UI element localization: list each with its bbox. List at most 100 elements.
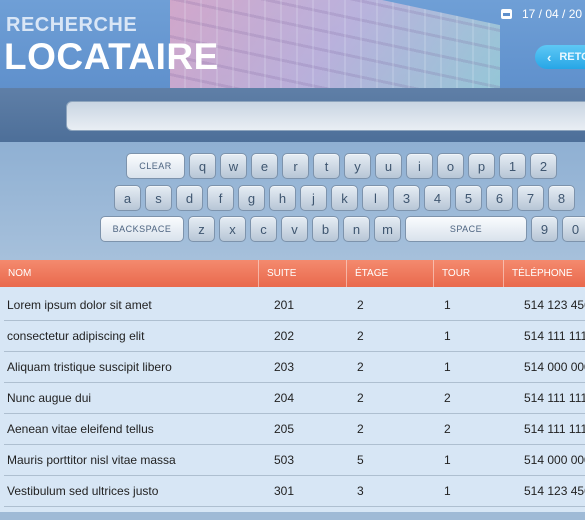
chevron-left-icon: ‹ (547, 49, 552, 65)
cell-nom: Mauris porttitor nisl vitae massa (7, 453, 176, 467)
cell-tel: 514 000 0000 (524, 453, 585, 467)
cell-suite: 201 (274, 298, 295, 312)
key-i[interactable]: i (406, 153, 433, 179)
key-f[interactable]: f (207, 185, 234, 211)
key-b[interactable]: b (312, 216, 339, 242)
table-row[interactable]: Aliquam tristique suscipit libero 203 2 1 51… (0, 352, 585, 383)
table-row[interactable]: Mauris porttitor nisl vitae massa 503 5 1 51… (0, 445, 585, 476)
cell-nom: Aliquam tristique suscipit libero (7, 360, 172, 374)
cell-tel: 514 123 4567 (524, 298, 585, 312)
key-z[interactable]: z (188, 216, 215, 242)
key-a[interactable]: a (114, 185, 141, 211)
cell-etage: 2 (357, 329, 364, 343)
key-3[interactable]: 3 (393, 185, 420, 211)
building-background-image (170, 0, 500, 90)
cell-suite: 204 (274, 391, 295, 405)
key-7[interactable]: 7 (517, 185, 544, 211)
table-row[interactable]: consectetur adipiscing elit 202 2 1 514 111 … (0, 321, 585, 352)
calendar-icon (501, 9, 512, 19)
key-r[interactable]: r (282, 153, 309, 179)
cell-tel: 514 123 4567 (524, 484, 585, 498)
cell-suite: 202 (274, 329, 295, 343)
table-row[interactable]: Lorem ipsum dolor sit amet 201 2 1 514 123 4… (0, 290, 585, 321)
cell-etage: 3 (357, 484, 364, 498)
table-row[interactable]: Vestibulum sed ultrices justo 301 3 1 514 12… (0, 476, 585, 507)
key-c[interactable]: c (250, 216, 277, 242)
key-5[interactable]: 5 (455, 185, 482, 211)
column-header-suite[interactable]: SUITE (258, 260, 346, 287)
key-space[interactable]: SPACE (405, 216, 527, 242)
key-4[interactable]: 4 (424, 185, 451, 211)
key-q[interactable]: q (189, 153, 216, 179)
key-g[interactable]: g (238, 185, 265, 211)
key-8[interactable]: 8 (548, 185, 575, 211)
cell-tour: 1 (444, 329, 451, 343)
key-o[interactable]: o (437, 153, 464, 179)
search-input[interactable] (66, 101, 585, 131)
cell-suite: 503 (274, 453, 295, 467)
cell-suite: 203 (274, 360, 295, 374)
cell-etage: 2 (357, 422, 364, 436)
column-header-etage[interactable]: ÉTAGE (346, 260, 433, 287)
footer-bar (0, 512, 585, 520)
page-subtitle: RECHERCHE (6, 14, 138, 36)
page-title: LOCATAIRE (4, 36, 219, 77)
key-1[interactable]: 1 (499, 153, 526, 179)
cell-tour: 1 (444, 360, 451, 374)
tenant-table: Lorem ipsum dolor sit amet 201 2 1 514 123 4… (0, 290, 585, 507)
key-m[interactable]: m (374, 216, 401, 242)
cell-tel: 514 111 1111 (524, 391, 585, 405)
key-e[interactable]: e (251, 153, 278, 179)
key-backspace[interactable]: BACKSPACE (100, 216, 184, 242)
table-row[interactable]: Nunc augue dui 204 2 2 514 111 1111 (0, 383, 585, 414)
cell-tour: 1 (444, 453, 451, 467)
key-y[interactable]: y (344, 153, 371, 179)
cell-suite: 301 (274, 484, 295, 498)
key-t[interactable]: t (313, 153, 340, 179)
key-l[interactable]: l (362, 185, 389, 211)
cell-nom: Aenean vitae eleifend tellus (7, 422, 154, 436)
cell-nom: Lorem ipsum dolor sit amet (7, 298, 152, 312)
back-button-label: RETO (559, 51, 585, 63)
key-6[interactable]: 6 (486, 185, 513, 211)
header: RECHERCHE LOCATAIRE 17 / 04 / 20 ‹ RETO (0, 0, 585, 90)
key-p[interactable]: p (468, 153, 495, 179)
key-j[interactable]: j (300, 185, 327, 211)
cell-nom: consectetur adipiscing elit (7, 329, 145, 343)
cell-tour: 2 (444, 391, 451, 405)
cell-tel: 514 111 1111 (524, 422, 585, 436)
key-h[interactable]: h (269, 185, 296, 211)
cell-etage: 5 (357, 453, 364, 467)
key-n[interactable]: n (343, 216, 370, 242)
key-v[interactable]: v (281, 216, 308, 242)
key-s[interactable]: s (145, 185, 172, 211)
cell-tel: 514 000 0000 (524, 360, 585, 374)
cell-tour: 2 (444, 422, 451, 436)
cell-tour: 1 (444, 484, 451, 498)
cell-nom: Nunc augue dui (7, 391, 92, 405)
cell-suite: 205 (274, 422, 295, 436)
back-button[interactable]: ‹ RETO (535, 45, 585, 69)
column-header-tour[interactable]: TOUR (433, 260, 503, 287)
key-9[interactable]: 9 (531, 216, 558, 242)
column-header-nom[interactable]: NOM (0, 260, 258, 287)
column-header-telephone[interactable]: TÉLÉPHONE (503, 260, 585, 287)
key-x[interactable]: x (219, 216, 246, 242)
cell-etage: 2 (357, 298, 364, 312)
date-text: 17 / 04 / 20 (522, 7, 583, 21)
key-d[interactable]: d (176, 185, 203, 211)
key-u[interactable]: u (375, 153, 402, 179)
cell-tel: 514 111 1111 (524, 329, 585, 343)
cell-tour: 1 (444, 298, 451, 312)
date-display: 17 / 04 / 20 (501, 7, 582, 21)
key-2[interactable]: 2 (530, 153, 557, 179)
table-row[interactable]: Aenean vitae eleifend tellus 205 2 2 514 111… (0, 414, 585, 445)
key-w[interactable]: w (220, 153, 247, 179)
key-0[interactable]: 0 (562, 216, 585, 242)
key-clear[interactable]: CLEAR (126, 153, 185, 179)
cell-nom: Vestibulum sed ultrices justo (7, 484, 159, 498)
table-header: NOM SUITE ÉTAGE TOUR TÉLÉPHONE (0, 260, 585, 287)
key-k[interactable]: k (331, 185, 358, 211)
cell-etage: 2 (357, 391, 364, 405)
cell-etage: 2 (357, 360, 364, 374)
